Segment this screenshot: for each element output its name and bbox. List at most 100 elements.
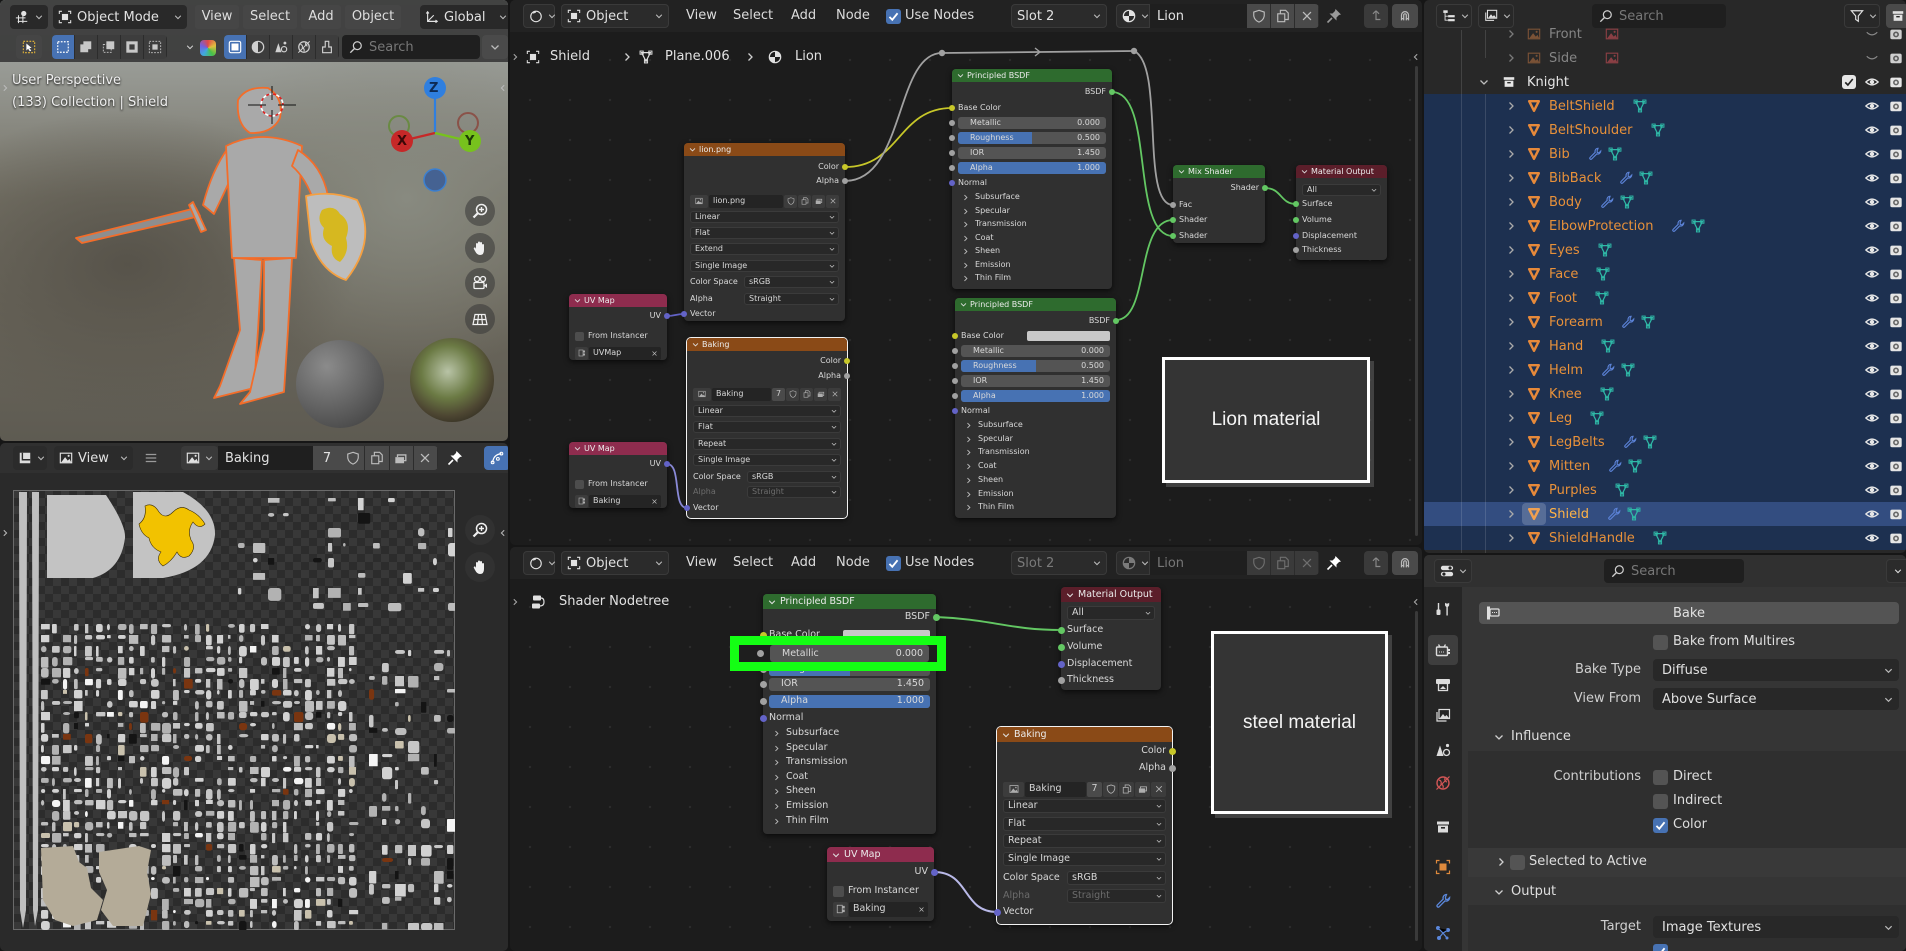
ior-field[interactable]: IOR 1.450 xyxy=(958,147,1106,159)
menu-select[interactable]: Select xyxy=(733,551,773,575)
render-camera-icon[interactable] xyxy=(1889,411,1903,425)
viewport-scene[interactable] xyxy=(0,0,508,441)
display-mode-dropdown[interactable] xyxy=(1436,4,1472,28)
principled-bsdf-node[interactable]: Principled BSDF BSDF Base Color Metallic… xyxy=(949,69,1115,289)
properties-search-field[interactable]: Search xyxy=(1604,559,1744,583)
material-slot-dropdown[interactable]: Slot 2 xyxy=(1011,551,1107,575)
outliner-item[interactable]: Mitten xyxy=(1549,454,1642,478)
expand-chevron-icon[interactable] xyxy=(1506,149,1516,159)
gizmo-neg-z[interactable] xyxy=(423,168,447,192)
modifier-wrench-icon[interactable] xyxy=(1588,147,1602,161)
color-space-dropdown[interactable]: sRGB xyxy=(747,471,841,483)
eye-icon[interactable] xyxy=(1865,387,1879,401)
fake-user-button[interactable] xyxy=(341,446,366,470)
expand-chevron-icon[interactable] xyxy=(1506,125,1516,135)
new-image-button[interactable] xyxy=(365,446,390,470)
menu-select[interactable]: Select xyxy=(733,4,773,28)
panel-sheen[interactable]: Sheen xyxy=(961,474,1110,486)
shader-editor-top[interactable]: Lion material lion.png Color Alpha lion.… xyxy=(510,0,1422,545)
tab-object[interactable] xyxy=(1428,852,1458,882)
image-data-icon[interactable] xyxy=(1605,51,1619,65)
render-camera-icon[interactable] xyxy=(1889,147,1903,161)
modifier-wrench-icon[interactable] xyxy=(1600,195,1614,209)
browse-material-button[interactable] xyxy=(1116,4,1150,28)
menu-add[interactable]: Add xyxy=(791,551,816,575)
outliner-row[interactable]: Mitten xyxy=(1424,454,1906,478)
outliner-row[interactable]: Bib xyxy=(1424,142,1906,166)
outliner-item[interactable]: Hand xyxy=(1549,334,1615,358)
render-camera-icon[interactable] xyxy=(1889,27,1903,41)
surface-socket[interactable] xyxy=(1057,626,1065,634)
color-socket[interactable] xyxy=(842,164,848,170)
mix-shader-node[interactable]: Mix Shader Shader Fac Shader Shader xyxy=(1170,165,1268,243)
mesh-data-icon[interactable] xyxy=(1615,483,1629,497)
selected-to-active-expand-icon[interactable] xyxy=(1496,857,1506,867)
select-intersect-button[interactable] xyxy=(144,35,167,59)
metallic-slider-highlighted[interactable]: Metallic 0.000 xyxy=(770,645,929,662)
alpha-socket[interactable] xyxy=(1168,764,1176,772)
object-name[interactable]: Hand xyxy=(1549,339,1583,354)
vector-socket[interactable] xyxy=(681,311,687,317)
render-camera-icon[interactable] xyxy=(1889,267,1903,281)
extension-dropdown[interactable]: Extend xyxy=(690,243,839,255)
eye-icon[interactable] xyxy=(1865,315,1879,329)
outliner-row[interactable]: Face xyxy=(1424,262,1906,286)
object-name[interactable]: Eyes xyxy=(1549,243,1580,258)
camera-view-button[interactable] xyxy=(465,268,495,298)
breadcrumb-node-tree[interactable]: Shader Nodetree xyxy=(559,594,669,609)
eye-icon[interactable] xyxy=(1865,435,1879,449)
material-name-field[interactable]: Lion xyxy=(1150,4,1247,28)
displacement-socket[interactable] xyxy=(1293,233,1299,239)
output-option-checkbox[interactable] xyxy=(1653,944,1668,951)
node-header[interactable]: Principled BSDF xyxy=(955,298,1116,311)
clear-icon[interactable] xyxy=(918,906,925,913)
node-header[interactable]: UV Map xyxy=(569,294,667,307)
object-name[interactable]: Forearm xyxy=(1549,315,1603,330)
source-dropdown[interactable]: Single Image xyxy=(693,454,841,466)
overlay-dropdown-chevron-icon[interactable] xyxy=(186,43,194,51)
tab-modifiers[interactable] xyxy=(1428,886,1458,916)
eye-icon[interactable] xyxy=(1865,147,1879,161)
new-collection-button[interactable] xyxy=(1886,4,1906,28)
outliner-row[interactable]: ShieldHandle xyxy=(1424,526,1906,550)
mesh-data-icon[interactable] xyxy=(1643,435,1657,449)
from-instancer-checkbox[interactable] xyxy=(833,885,844,897)
menu-add[interactable]: Add xyxy=(301,5,341,29)
link-reroute-to-fac[interactable] xyxy=(1133,50,1174,206)
uv-socket[interactable] xyxy=(930,868,938,876)
editor-type-button[interactable] xyxy=(10,5,48,29)
link-mix-to-surface[interactable] xyxy=(1264,187,1297,205)
gizmo-toggle-button[interactable] xyxy=(484,446,508,470)
toolbar-toggle-icon[interactable] xyxy=(1,529,9,537)
browse-material-button[interactable] xyxy=(1116,551,1150,575)
panel-specular[interactable]: Specular xyxy=(769,741,930,755)
view-from-dropdown[interactable]: Above Surface xyxy=(1653,688,1899,710)
outliner-row[interactable]: ElbowProtection xyxy=(1424,214,1906,238)
selected-to-active-checkbox[interactable] xyxy=(1510,855,1525,870)
outliner-row[interactable]: Purples xyxy=(1424,478,1906,502)
interpolation-dropdown[interactable]: Linear xyxy=(693,405,841,417)
modifier-wrench-icon[interactable] xyxy=(1607,507,1621,521)
collapse-chevron-icon[interactable] xyxy=(574,297,581,304)
image-editor[interactable]: View Baking 7 xyxy=(0,443,508,951)
mesh-data-icon[interactable] xyxy=(1595,291,1609,305)
bsdf-socket[interactable] xyxy=(1109,89,1115,95)
image-name-field[interactable]: Baking xyxy=(218,446,314,470)
uv-map-node[interactable]: UV Map UV From Instancer Baking xyxy=(827,847,938,921)
shader-socket[interactable] xyxy=(1170,233,1176,239)
shader-editor-bottom[interactable]: steel material Principled BSDF BSDF Base… xyxy=(510,547,1422,951)
editor-type-button[interactable] xyxy=(523,551,555,575)
object-name[interactable]: BeltShoulder xyxy=(1549,123,1633,138)
mesh-data-icon[interactable] xyxy=(1600,387,1614,401)
expand-chevron-icon[interactable] xyxy=(1506,437,1516,447)
target-dropdown[interactable]: Image Textures xyxy=(1653,916,1899,938)
material-slot-dropdown[interactable]: Slot 2 xyxy=(1011,4,1107,28)
metallic-socket[interactable] xyxy=(757,650,764,657)
link-alpha-to-reroute[interactable] xyxy=(844,52,943,182)
render-camera-icon[interactable] xyxy=(1889,315,1903,329)
node-header[interactable]: Mix Shader xyxy=(1173,165,1265,178)
selected-to-active-label[interactable]: Selected to Active xyxy=(1529,851,1647,873)
snap-toggle[interactable] xyxy=(1392,4,1418,28)
object-name[interactable]: Front xyxy=(1549,27,1582,42)
indirect-label[interactable]: Indirect xyxy=(1673,790,1722,812)
